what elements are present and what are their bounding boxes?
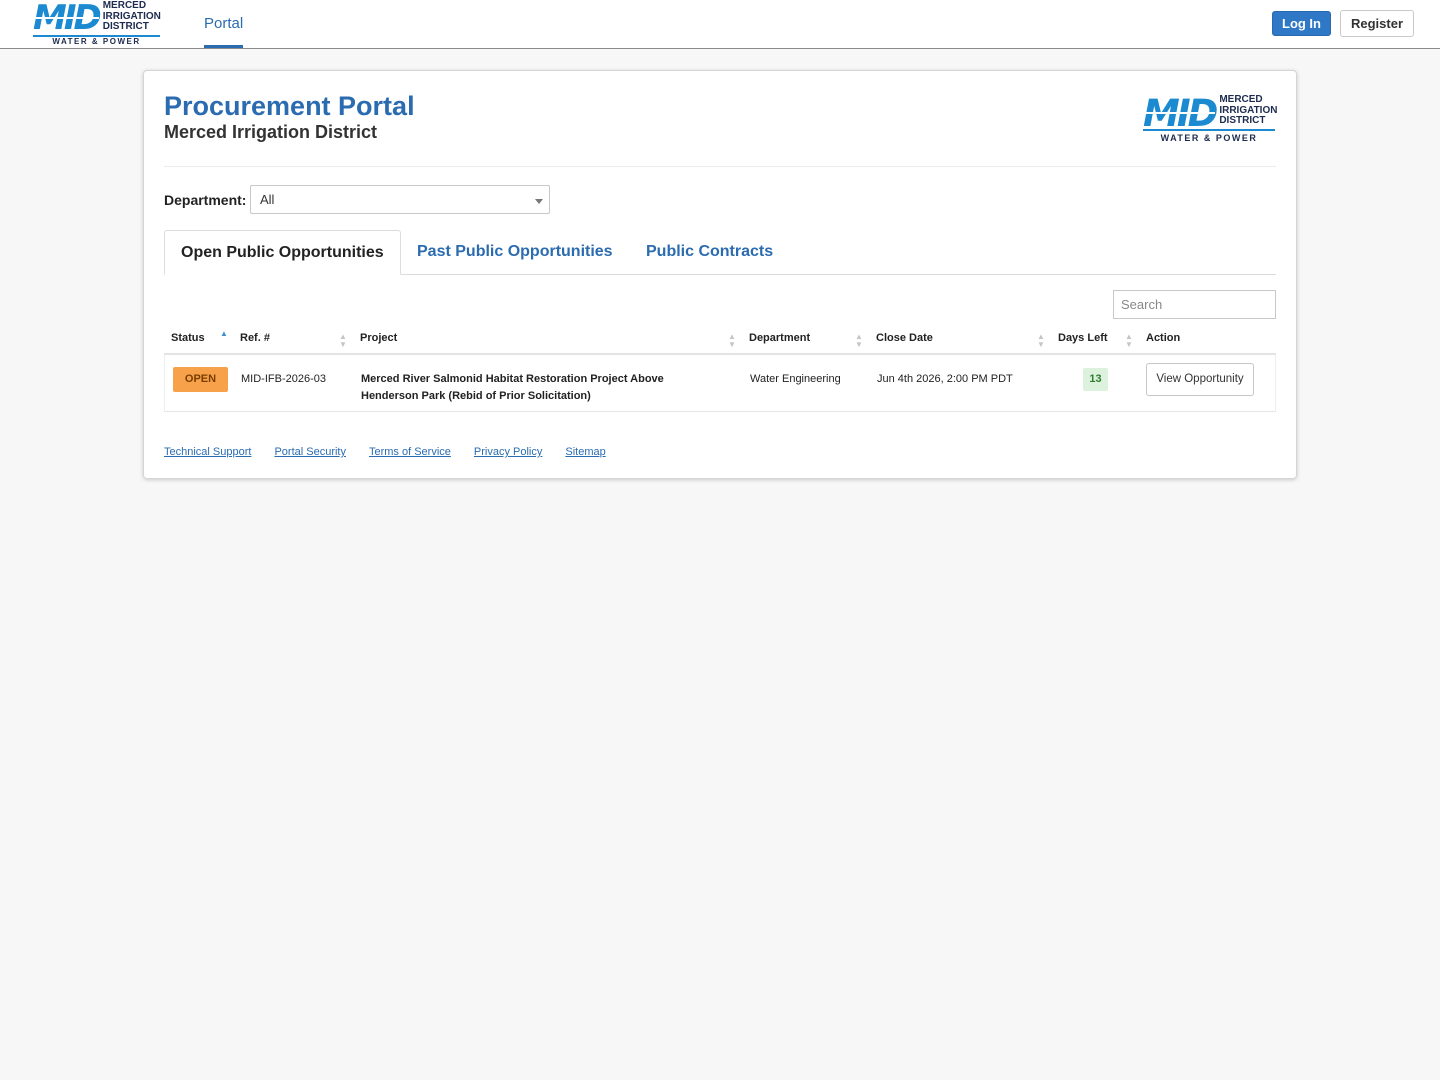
sort-icon[interactable]: ▲ ▼ bbox=[728, 333, 736, 349]
page-subtitle: Merced Irrigation District bbox=[164, 122, 378, 142]
tab-public-contracts[interactable]: Public Contracts bbox=[630, 230, 789, 275]
view-opportunity-button[interactable]: View Opportunity bbox=[1146, 363, 1254, 396]
logo-word: DISTRICT bbox=[1219, 115, 1266, 126]
logo-top: MID MERCED IRRIGATION DISTRICT bbox=[1143, 92, 1281, 135]
department-label: Department: bbox=[164, 192, 247, 208]
days-left-badge: 13 bbox=[1083, 368, 1108, 391]
page-title: Procurement Portal bbox=[164, 91, 415, 121]
column-header-action: Action bbox=[1146, 332, 1181, 344]
logo-words: MERCED IRRIGATION DISTRICT bbox=[1219, 94, 1281, 127]
register-button[interactable]: Register bbox=[1340, 10, 1414, 37]
sort-icon[interactable]: ▲ ▼ bbox=[1125, 333, 1133, 349]
project-cell: Merced River Salmonid Habitat Restoratio… bbox=[361, 373, 664, 402]
table-row: OPEN MID-IFB-2026-03 Merced River Salmon… bbox=[164, 355, 1276, 412]
footer-link-portal-security[interactable]: Portal Security bbox=[274, 446, 346, 458]
mid-logo-card: MID MERCED IRRIGATION DISTRICT WATER & P… bbox=[1143, 92, 1281, 143]
column-header-close-date[interactable]: Close Date bbox=[876, 326, 933, 353]
logo-top: MID MERCED IRRIGATION DISTRICT bbox=[33, 0, 163, 38]
footer-link-terms-of-service[interactable]: Terms of Service bbox=[369, 446, 451, 458]
search-input[interactable] bbox=[1113, 290, 1276, 319]
tab-past-public-opportunities[interactable]: Past Public Opportunities bbox=[401, 230, 629, 275]
column-header-status[interactable]: Status bbox=[171, 326, 205, 353]
caret-down-icon bbox=[535, 199, 543, 204]
ref-cell: MID-IFB-2026-03 bbox=[241, 373, 326, 385]
logo-words: MERCED IRRIGATION DISTRICT bbox=[102, 0, 163, 33]
sort-asc-icon[interactable]: ▲ bbox=[220, 330, 228, 338]
logo-mark: MID bbox=[1143, 92, 1218, 135]
header-divider bbox=[164, 166, 1276, 167]
footer-link-technical-support[interactable]: Technical Support bbox=[164, 446, 251, 458]
sort-icon[interactable]: ▲ ▼ bbox=[855, 333, 863, 349]
logo-mark: MID bbox=[33, 0, 102, 38]
logo-word: MERCED bbox=[102, 0, 147, 11]
department-select[interactable]: All bbox=[250, 185, 550, 214]
footer-links: Technical Support Portal Security Terms … bbox=[164, 446, 606, 458]
sort-icon[interactable]: ▲ ▼ bbox=[1037, 333, 1045, 349]
mid-logo[interactable]: MID MERCED IRRIGATION DISTRICT WATER & P… bbox=[33, 0, 163, 46]
footer-link-privacy-policy[interactable]: Privacy Policy bbox=[474, 446, 542, 458]
footer-link-sitemap[interactable]: Sitemap bbox=[565, 446, 605, 458]
login-button[interactable]: Log In bbox=[1272, 11, 1331, 36]
column-header-department[interactable]: Department bbox=[749, 326, 810, 353]
close-date-cell: Jun 4th 2026, 2:00 PM PDT bbox=[877, 373, 1013, 385]
logo-word: DISTRICT bbox=[102, 21, 149, 32]
column-header-days-left[interactable]: Days Left bbox=[1058, 326, 1108, 353]
department-select-value: All bbox=[260, 192, 275, 207]
top-navbar: MID MERCED IRRIGATION DISTRICT WATER & P… bbox=[0, 0, 1440, 49]
department-cell: Water Engineering bbox=[750, 373, 841, 385]
sort-icon[interactable]: ▲ ▼ bbox=[339, 333, 347, 349]
opportunities-table: Status ▲ Ref. # ▲ ▼ Project ▲ ▼ Department… bbox=[164, 326, 1276, 412]
nav-portal-label: Portal bbox=[204, 15, 244, 32]
column-header-ref[interactable]: Ref. # bbox=[240, 326, 270, 353]
column-header-project[interactable]: Project bbox=[360, 326, 397, 353]
logo-word: MERCED bbox=[1219, 94, 1263, 105]
tab-open-public-opportunities[interactable]: Open Public Opportunities bbox=[164, 230, 401, 275]
procurement-card: Procurement Portal Merced Irrigation Dis… bbox=[143, 70, 1297, 479]
table-header: Status ▲ Ref. # ▲ ▼ Project ▲ ▼ Department… bbox=[164, 326, 1276, 355]
status-badge: OPEN bbox=[173, 367, 228, 392]
nav-portal-link[interactable]: Portal bbox=[204, 0, 244, 48]
